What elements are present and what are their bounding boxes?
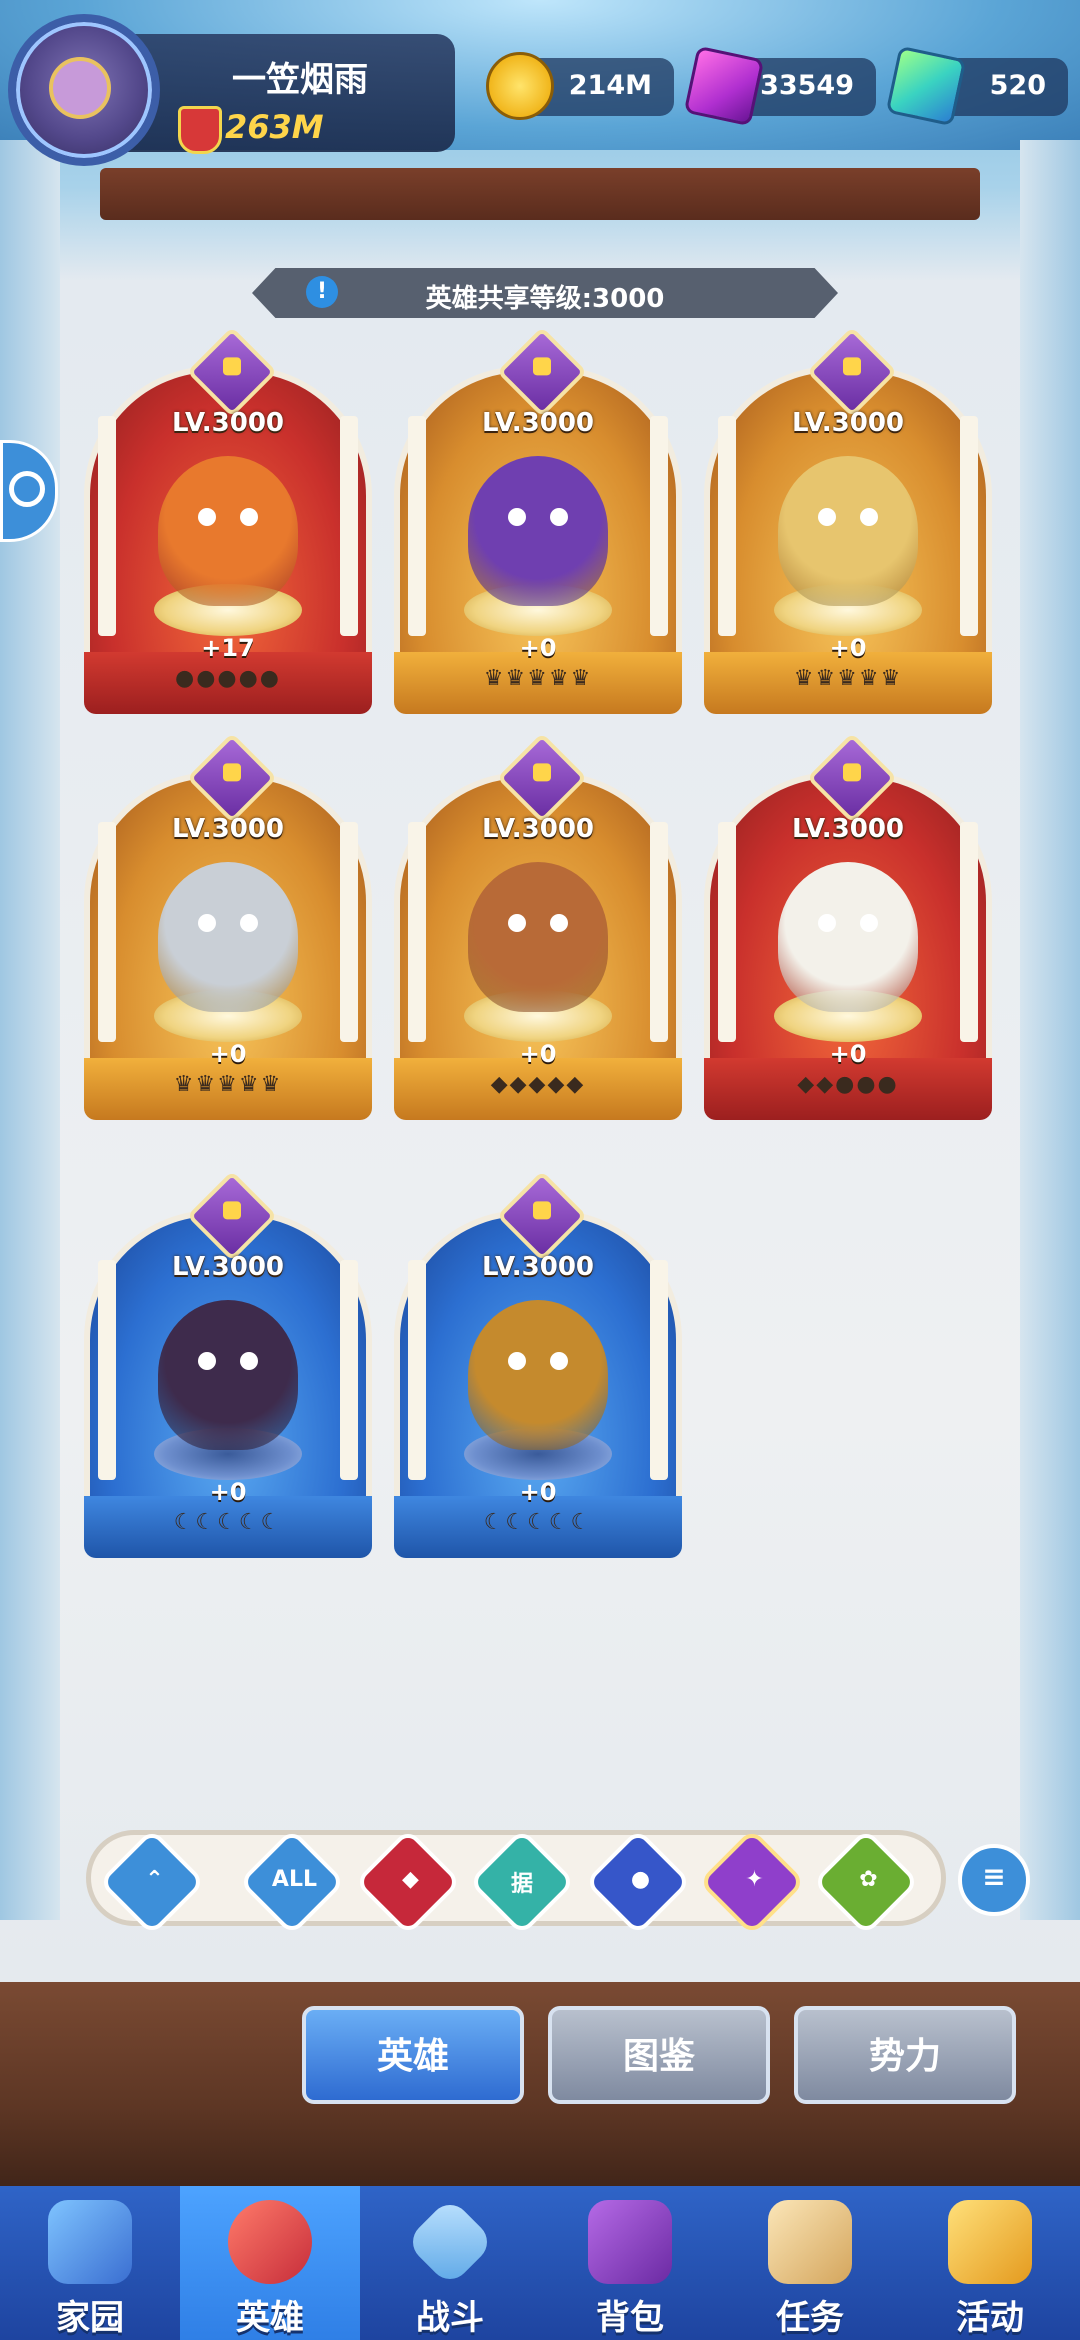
hero-icon <box>228 2200 312 2284</box>
pillar-left <box>98 1260 116 1480</box>
hero-level: LV.3000 <box>792 814 904 844</box>
right-curtain <box>1020 140 1080 1920</box>
nav-battle[interactable]: 战斗 <box>360 2186 540 2340</box>
hero-level: LV.3000 <box>172 408 284 438</box>
pillar-right <box>650 1260 668 1480</box>
hero-card[interactable]: LV.3000 +0 ◆◆◆◆◆ <box>394 732 682 1120</box>
hero-stars: ☾☾☾☾☾ <box>483 1510 593 1535</box>
nav-heroes[interactable]: 英雄 <box>180 2186 360 2340</box>
crystals-value: 520 <box>989 70 1046 101</box>
hero-level: LV.3000 <box>482 408 594 438</box>
trophy-wings-icon <box>948 2200 1032 2284</box>
crystal-plus-icon[interactable] <box>885 45 967 127</box>
hero-level: LV.3000 <box>172 814 284 844</box>
hero-card[interactable]: LV.3000 +0 ☾☾☾☾☾ <box>394 1170 682 1558</box>
pillar-right <box>340 822 358 1042</box>
tab-factions[interactable]: 势力 <box>794 2006 1016 2104</box>
hero-card[interactable]: LV.3000 +17 ●●●●● <box>84 326 372 714</box>
search-icon <box>9 471 45 507</box>
pillar-left <box>408 1260 426 1480</box>
hero-portrait <box>158 1300 298 1450</box>
pillar-left <box>98 822 116 1042</box>
shelf-top <box>100 168 980 220</box>
gem-plus-icon[interactable] <box>683 45 765 127</box>
coin-icon <box>486 52 554 120</box>
hero-portrait <box>468 862 608 1012</box>
hero-stars: ☾☾☾☾☾ <box>173 1510 283 1535</box>
pillar-right <box>960 416 978 636</box>
nav-tasks[interactable]: 任务 <box>720 2186 900 2340</box>
hero-stars: ◆◆●●● <box>797 1072 899 1097</box>
hero-enhance-level: +0 <box>519 1040 557 1068</box>
shared-level-banner: ! 英雄共享等级:3000 <box>252 268 838 318</box>
player-avatar[interactable] <box>8 14 160 166</box>
pillar-right <box>960 822 978 1042</box>
hero-card[interactable]: LV.3000 +0 ☾☾☾☾☾ <box>84 1170 372 1558</box>
avatar-face-icon <box>49 57 111 119</box>
sort-button[interactable]: ≡ <box>958 1844 1030 1916</box>
scroll-icon <box>768 2200 852 2284</box>
pillar-left <box>408 822 426 1042</box>
house-icon <box>48 2200 132 2284</box>
tab-heroes[interactable]: 英雄 <box>302 2006 524 2104</box>
pillar-left <box>718 416 736 636</box>
player-power: 263M <box>225 108 324 146</box>
hero-level: LV.3000 <box>172 1252 284 1282</box>
pillar-right <box>340 416 358 636</box>
tab-codex[interactable]: 图鉴 <box>548 2006 770 2104</box>
hero-stars: ♛♛♛♛♛ <box>483 666 593 691</box>
pillar-right <box>650 822 668 1042</box>
pillar-right <box>340 1260 358 1480</box>
shield-power-icon <box>178 106 222 154</box>
player-name: 一笠烟雨 <box>232 60 368 100</box>
hero-level: LV.3000 <box>482 1252 594 1282</box>
hero-portrait <box>778 862 918 1012</box>
hero-portrait <box>468 1300 608 1450</box>
crossed-swords-icon <box>404 2196 496 2288</box>
hero-level: LV.3000 <box>792 408 904 438</box>
hero-card[interactable]: LV.3000 +0 ♛♛♛♛♛ <box>394 326 682 714</box>
shared-level-text: 英雄共享等级:3000 <box>425 284 665 314</box>
nav-home[interactable]: 家园 <box>0 2186 180 2340</box>
hero-portrait <box>778 456 918 606</box>
pillar-left <box>718 822 736 1042</box>
hero-card[interactable]: LV.3000 +0 ♛♛♛♛♛ <box>84 732 372 1120</box>
gems-value: 33549 <box>760 70 854 101</box>
pillar-left <box>408 416 426 636</box>
hero-level: LV.3000 <box>482 814 594 844</box>
hero-enhance-level: +0 <box>829 634 867 662</box>
pillar-right <box>650 416 668 636</box>
hero-stars: ♛♛♛♛♛ <box>173 1072 283 1097</box>
hero-stars: ◆◆◆◆◆ <box>490 1072 586 1097</box>
hero-card[interactable]: LV.3000 +0 ◆◆●●● <box>704 732 992 1120</box>
pillar-left <box>98 416 116 636</box>
hero-enhance-level: +0 <box>829 1040 867 1068</box>
hero-enhance-level: +17 <box>201 634 255 662</box>
hero-stars: ●●●●● <box>175 666 281 691</box>
hero-portrait <box>468 456 608 606</box>
hero-enhance-level: +0 <box>519 634 557 662</box>
hero-stars: ♛♛♛♛♛ <box>793 666 903 691</box>
backpack-icon <box>588 2200 672 2284</box>
hero-portrait <box>158 456 298 606</box>
hero-portrait <box>158 862 298 1012</box>
hero-enhance-level: +0 <box>209 1040 247 1068</box>
hero-enhance-level: +0 <box>519 1478 557 1506</box>
left-curtain <box>0 140 60 1920</box>
nav-bag[interactable]: 背包 <box>540 2186 720 2340</box>
coins-value: 214M <box>568 70 652 101</box>
hero-enhance-level: +0 <box>209 1478 247 1506</box>
nav-events[interactable]: 活动 <box>900 2186 1080 2340</box>
hero-card[interactable]: LV.3000 +0 ♛♛♛♛♛ <box>704 326 992 714</box>
